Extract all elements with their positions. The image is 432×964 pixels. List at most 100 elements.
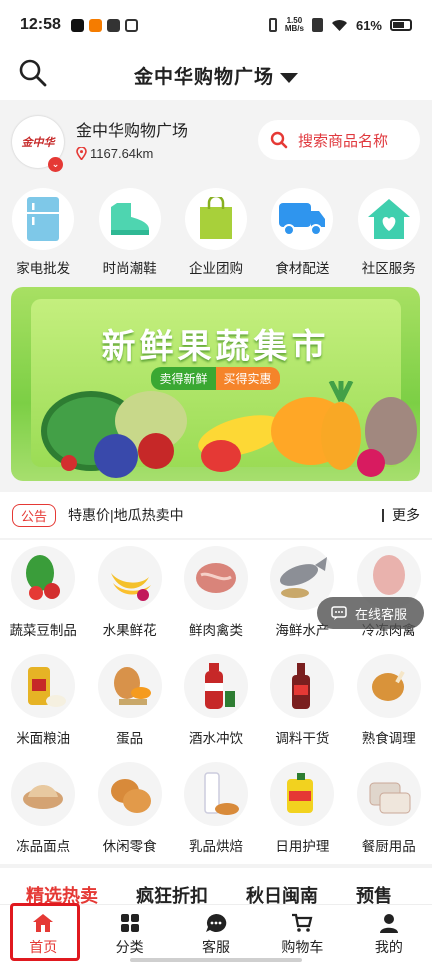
grid-item-daily-care[interactable]: 日用护理 xyxy=(259,756,345,864)
product-category-grid: 蔬菜豆制品 水果鲜花 鲜肉禽类 海鲜水产 冷冻肉禽 米面粮油 蛋品 酒水冲饮 调… xyxy=(0,540,432,864)
bag-icon xyxy=(199,197,232,239)
tab-presale[interactable]: 预售 xyxy=(356,868,392,904)
nav-service[interactable]: 客服 xyxy=(173,905,259,964)
grid-item-label: 酒水冲饮 xyxy=(188,731,243,746)
home-indicator xyxy=(130,958,302,962)
grid-item-seasoning[interactable]: 调料干货 xyxy=(259,648,345,756)
grid-item-label: 乳品烘焙 xyxy=(188,839,243,854)
grid-item-drinks[interactable]: 酒水冲饮 xyxy=(173,648,259,756)
app-orange-icon xyxy=(88,18,102,32)
fruit-illustration xyxy=(41,381,417,478)
grid-item-label: 米面粮油 xyxy=(16,731,71,746)
grid-item-dairy-bakery[interactable]: 乳品烘焙 xyxy=(173,756,259,864)
category-label: 企业团购 xyxy=(188,261,243,276)
net-speed-unit: MB/s xyxy=(284,24,304,33)
grid-item-snacks[interactable]: 休闲零食 xyxy=(86,756,172,864)
leaf-icon xyxy=(124,18,138,32)
fried-chicken-icon xyxy=(371,670,405,701)
fridge-icon xyxy=(27,197,60,241)
category-appliances[interactable]: 家电批发 xyxy=(0,188,86,277)
grid-item-label: 休闲零食 xyxy=(102,839,157,854)
grid-item-label: 冻品面点 xyxy=(16,839,71,854)
app-dots-icon xyxy=(106,18,120,32)
grid-icon xyxy=(120,913,139,932)
grid-item-label: 日用护理 xyxy=(275,839,330,854)
grid-item-eggs[interactable]: 蛋品 xyxy=(86,648,172,756)
notice-text: 特惠价|地瓜热卖中 xyxy=(68,507,184,523)
page-title: 金中华购物广场 xyxy=(133,66,274,88)
grid-item-frozen-dough[interactable]: 冻品面点 xyxy=(0,756,86,864)
app-page: 12:58 1.50 MB/s 61% 金中华购物广场 金中华 ⌄ 金中华购物广… xyxy=(0,0,432,964)
cart-icon xyxy=(292,913,313,932)
category-label: 家电批发 xyxy=(16,261,71,276)
status-time: 12:58 xyxy=(20,16,61,33)
grid-item-label: 调料干货 xyxy=(275,731,330,746)
status-bar: 12:58 1.50 MB/s 61% xyxy=(0,0,432,50)
lunchbox-icon xyxy=(369,782,411,814)
grid-item-fruit[interactable]: 水果鲜花 xyxy=(86,540,172,648)
switch-store-badge-icon[interactable]: ⌄ xyxy=(48,157,63,172)
detergent-icon xyxy=(287,773,314,813)
notice-tag: 公告 xyxy=(12,503,57,527)
service-chat-icon xyxy=(331,605,347,620)
egg-icon xyxy=(113,667,151,705)
category-group-buy[interactable]: 企业团购 xyxy=(173,188,259,277)
product-search-box[interactable]: 搜索商品名称 xyxy=(258,120,420,160)
tab-autumn-minnan[interactable]: 秋日闽南 xyxy=(246,868,318,904)
grid-item-label: 熟食调理 xyxy=(361,731,416,746)
grid-item-meat[interactable]: 鲜肉禽类 xyxy=(173,540,259,648)
vegetable-icon xyxy=(26,555,61,600)
meat-icon xyxy=(195,563,236,593)
grid-item-label: 餐厨用品 xyxy=(361,839,416,854)
notification-icons xyxy=(70,18,138,32)
grid-item-seafood[interactable]: 海鲜水产 xyxy=(259,540,345,648)
notice-bar[interactable]: 公告 特惠价|地瓜热卖中 更多 xyxy=(0,492,432,538)
bread-icon xyxy=(110,779,151,813)
dumpling-icon xyxy=(23,785,64,809)
store-logo[interactable]: 金中华 ⌄ xyxy=(12,116,64,172)
search-red-icon xyxy=(270,131,288,149)
net-speed: 1.50 MB/s xyxy=(285,17,304,33)
sauce-icon xyxy=(292,663,311,709)
nav-categories[interactable]: 分类 xyxy=(86,905,172,964)
nav-label: 客服 xyxy=(202,938,231,955)
grid-item-grain-oil[interactable]: 米面粮油 xyxy=(0,648,86,756)
store-selector[interactable]: 金中华购物广场 xyxy=(134,62,298,89)
grid-item-label: 水果鲜花 xyxy=(102,623,157,638)
grid-item-deli[interactable]: 熟食调理 xyxy=(346,648,432,756)
notice-more-link[interactable]: 更多 xyxy=(382,508,420,522)
shoe-icon xyxy=(110,203,149,235)
store-logo-text: 金中华 xyxy=(21,137,55,149)
category-community[interactable]: 社区服务 xyxy=(346,188,432,277)
section-tabs: 精选热卖 疯狂折扣 秋日闽南 预售 xyxy=(0,868,432,904)
category-label: 社区服务 xyxy=(361,261,416,276)
sim-icon xyxy=(311,18,323,32)
cola-icon xyxy=(204,663,235,709)
grid-item-vegetables[interactable]: 蔬菜豆制品 xyxy=(0,540,86,648)
banana-icon xyxy=(110,573,151,601)
store-name: 金中华购物广场 xyxy=(76,123,189,140)
milk-icon xyxy=(204,772,239,815)
nav-cart[interactable]: 购物车 xyxy=(259,905,345,964)
banner-title: 新鲜果蔬集市 xyxy=(101,328,330,366)
store-info: 金中华 ⌄ 金中华购物广场 1167.64km 搜索商品名称 xyxy=(0,100,432,180)
tiktok-icon xyxy=(70,18,84,32)
tab-crazy-discount[interactable]: 疯狂折扣 xyxy=(136,868,208,904)
category-food-delivery[interactable]: 食材配送 xyxy=(259,188,345,277)
category-shoes[interactable]: 时尚潮鞋 xyxy=(86,188,172,277)
promo-banner[interactable]: 新鲜果蔬集市 卖得新鲜 买得实惠 xyxy=(11,287,420,481)
battery-icon xyxy=(390,19,412,31)
vibrate-icon xyxy=(268,18,277,32)
nav-mine[interactable]: 我的 xyxy=(346,905,432,964)
store-distance: 1167.64km xyxy=(76,146,153,161)
top-category-row: 家电批发 时尚潮鞋 企业团购 食材配送 社区服务 xyxy=(0,188,432,277)
distance-text: 1167.64km xyxy=(90,146,154,161)
grid-item-frozen-meat[interactable]: 冷冻肉禽 xyxy=(346,540,432,648)
grid-item-label: 鲜肉禽类 xyxy=(188,623,243,638)
online-service-button[interactable]: 在线客服 xyxy=(317,597,424,629)
truck-icon xyxy=(279,203,326,236)
search-icon[interactable] xyxy=(18,58,48,88)
top-header: 金中华购物广场 xyxy=(0,50,432,100)
tab-hot-picks[interactable]: 精选热卖 xyxy=(26,868,98,904)
grid-item-kitchenware[interactable]: 餐厨用品 xyxy=(346,756,432,864)
